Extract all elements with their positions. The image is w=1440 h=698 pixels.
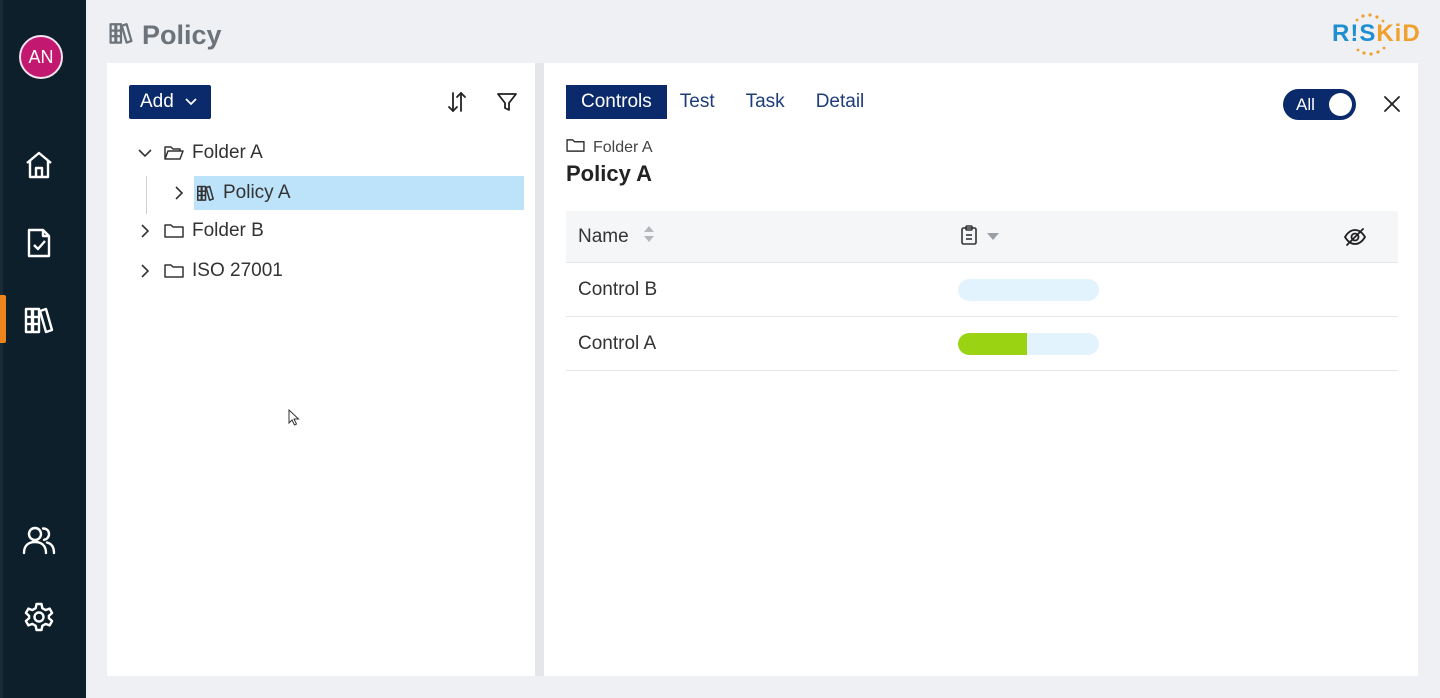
- breadcrumb-folder[interactable]: Folder A: [593, 139, 653, 157]
- chevron-down-icon[interactable]: [135, 148, 155, 158]
- tree-panel: Add Folder A Policy A Folder B ISO 27001: [107, 63, 535, 676]
- library-icon[interactable]: [21, 302, 57, 338]
- home-icon[interactable]: [21, 147, 57, 183]
- control-name: Control B: [578, 279, 658, 300]
- chevron-right-icon[interactable]: [135, 224, 155, 238]
- rail-edge: [0, 0, 3, 698]
- library-icon: [196, 184, 215, 202]
- toggle-knob: [1329, 93, 1352, 116]
- task-check-icon[interactable]: [21, 225, 57, 261]
- tree-item-label: Policy A: [223, 182, 291, 203]
- tab-detail[interactable]: Detail: [803, 85, 878, 119]
- tree-item-folder-b[interactable]: Folder B: [135, 214, 264, 248]
- control-name: Control A: [578, 333, 657, 354]
- folder-icon: [164, 263, 184, 279]
- breadcrumb: Folder A: [566, 138, 653, 158]
- chevron-right-icon[interactable]: [169, 186, 189, 200]
- tab-test[interactable]: Test: [667, 85, 728, 119]
- sort-icon[interactable]: [444, 89, 470, 115]
- page-title: Policy: [108, 20, 222, 51]
- tree-item-iso-27001[interactable]: ISO 27001: [135, 254, 283, 288]
- riskid-logo: R!SKiD: [1330, 12, 1422, 56]
- add-button-label: Add: [140, 91, 174, 112]
- tree-item-label: Folder A: [192, 142, 263, 163]
- panel-splitter[interactable]: [535, 63, 544, 676]
- nav-rail: [0, 0, 86, 698]
- column-label: Name: [578, 226, 629, 247]
- folder-open-icon: [164, 145, 184, 161]
- progress-bar: [958, 333, 1099, 355]
- page-title-text: Policy: [142, 20, 222, 50]
- tree-item-folder-a[interactable]: Folder A: [135, 136, 263, 170]
- gear-icon[interactable]: [21, 599, 57, 635]
- clipboard-icon: [960, 224, 978, 250]
- detail-title: Policy A: [566, 161, 652, 186]
- controls-table: Name Control B Control A: [566, 211, 1398, 371]
- table-header: Name: [566, 211, 1398, 263]
- progress-fill: [958, 333, 1028, 355]
- add-button[interactable]: Add: [129, 85, 211, 119]
- tree-guide-line: [146, 176, 147, 214]
- toggle-label: All: [1296, 94, 1315, 114]
- logo-wordmark: R!SKiD: [1332, 20, 1421, 47]
- eye-off-icon[interactable]: [1342, 224, 1368, 250]
- column-header-name[interactable]: Name: [578, 211, 655, 263]
- close-icon[interactable]: [1379, 91, 1405, 117]
- detail-tabs: Controls Test Task Detail: [566, 85, 877, 119]
- tree-item-label: Folder B: [192, 220, 264, 241]
- tree-item-label: ISO 27001: [192, 260, 283, 281]
- folder-icon: [164, 223, 184, 239]
- progress-bar: [958, 279, 1099, 301]
- chevron-right-icon[interactable]: [135, 264, 155, 278]
- column-header-progress[interactable]: [960, 211, 1000, 263]
- sort-arrows-icon[interactable]: [643, 224, 655, 250]
- tab-controls[interactable]: Controls: [566, 85, 667, 119]
- show-all-toggle[interactable]: All: [1283, 89, 1356, 120]
- tree-item-policy-a[interactable]: Policy A: [169, 176, 291, 210]
- table-row[interactable]: Control A: [566, 317, 1398, 371]
- users-icon[interactable]: [21, 522, 57, 558]
- tab-task[interactable]: Task: [728, 85, 803, 119]
- filter-icon[interactable]: [494, 89, 520, 115]
- caret-down-icon[interactable]: [986, 228, 1000, 246]
- folder-icon: [566, 138, 585, 158]
- table-row[interactable]: Control B: [566, 263, 1398, 317]
- detail-panel: Controls Test Task Detail All Folder A P…: [544, 63, 1418, 676]
- active-nav-marker: [0, 295, 6, 343]
- library-icon: [108, 21, 134, 50]
- mouse-cursor-icon: [288, 408, 300, 431]
- chevron-down-icon: [184, 91, 198, 113]
- user-avatar[interactable]: AN: [19, 35, 63, 79]
